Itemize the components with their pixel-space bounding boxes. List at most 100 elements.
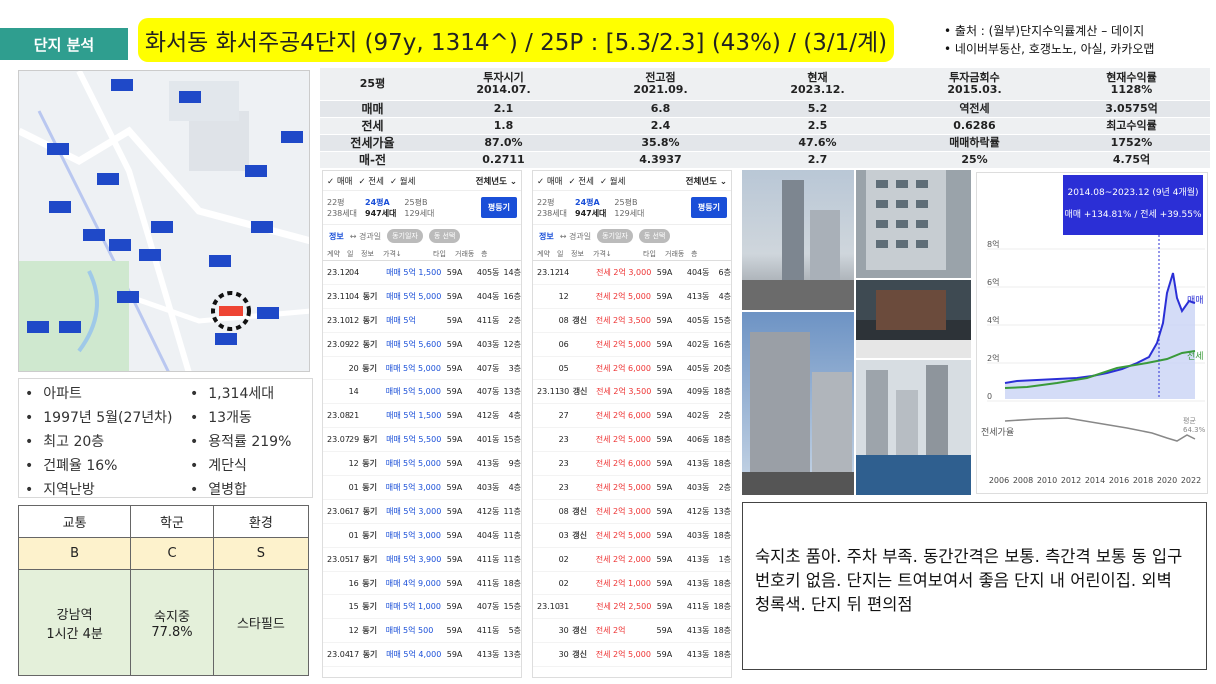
size-tab[interactable]: 22평 238세대 <box>537 197 567 219</box>
x-tick-label: 2016 <box>1109 476 1129 485</box>
grade-table: 교통 학군 환경 B C S 강남역 1시간 4분 숙지중 77.8% 스타필드 <box>17 505 310 676</box>
period-select[interactable]: 전체년도 ⌄ <box>476 175 517 187</box>
x-tick-label: 2018 <box>1133 476 1153 485</box>
row-kind: 갱신 <box>572 506 588 516</box>
row-building: 409동 <box>686 387 710 397</box>
column-header[interactable]: 가격↓ <box>593 249 643 259</box>
info-item: 1997년 5월(27년차) <box>25 407 190 430</box>
transaction-row[interactable]: 14 매매 5억 5,000 59A 407동 13층 <box>323 380 521 405</box>
size-tab[interactable]: 25평B 129세대 <box>614 197 644 219</box>
row-type: 59A <box>446 578 463 588</box>
transaction-row[interactable]: 16 동기 매매 4억 9,000 59A 411동 18층 <box>323 572 521 596</box>
size-tab[interactable]: 24평A 947세대 <box>365 197 396 219</box>
column-header[interactable]: 가격↓ <box>383 249 433 259</box>
transaction-row[interactable]: 23.10 31 전세 2억 2,500 59A 411동 18층 <box>533 595 731 620</box>
transaction-row[interactable]: 02 전세 2억 1,000 59A 413동 18층 <box>533 572 731 596</box>
transaction-row[interactable]: 01 동기 매매 5억 3,000 59A 403동 4층 <box>323 476 521 500</box>
transaction-row[interactable]: 23 전세 2억 5,000 59A 403동 2층 <box>533 476 731 500</box>
sale-transactions-panel[interactable]: ✓ 매매 ✓ 전세 ✓ 월세 전체년도 ⌄ 22평 238세대 24평A 947세대 25평B 1… <box>322 170 522 678</box>
row-kind: 갱신 <box>572 387 588 397</box>
transaction-row[interactable]: 23.08 21 매매 5억 1,500 59A 412동 4층 <box>323 404 521 429</box>
transaction-row[interactable]: 23 전세 2억 6,000 59A 413동 18층 <box>533 452 731 477</box>
row-type: 59A <box>446 315 463 325</box>
transaction-row[interactable]: 23.07 29 동기 매매 5억 5,500 59A 401동 15층 <box>323 428 521 453</box>
summary-cell: 최고수익률 <box>1053 117 1210 135</box>
column-header[interactable]: 계약 <box>327 249 347 259</box>
column-header[interactable]: 정보 <box>571 249 593 259</box>
transaction-row[interactable]: 23.11 30 갱신 전세 2억 3,500 59A 409동 18층 <box>533 380 731 405</box>
period-select[interactable]: 전체년도 ⌄ <box>686 175 727 187</box>
transaction-row[interactable]: 12 동기 매매 5억 500 59A 411동 5층 <box>323 619 521 644</box>
column-header[interactable]: 거래동 <box>665 249 691 259</box>
chip-building-select[interactable]: 동 선택 <box>638 229 671 243</box>
tab-info[interactable]: 정보 <box>329 231 344 242</box>
grade-detail: 스타필드 <box>212 569 310 676</box>
tab-elapsed[interactable]: ↔ 경과일 <box>350 231 381 242</box>
transaction-row[interactable]: 08 갱신 전세 2억 3,000 59A 412동 13층 <box>533 500 731 524</box>
transaction-row[interactable]: 23.12 04 매매 5억 1,500 59A 405동 14층 <box>323 261 521 285</box>
transaction-row[interactable]: 03 갱신 전세 2억 5,000 59A 403동 18층 <box>533 524 731 548</box>
filter-checkbox[interactable]: ✓ 매매 <box>327 175 352 187</box>
transaction-row[interactable]: 01 동기 매매 5억 3,000 59A 404동 11층 <box>323 524 521 548</box>
price-history-chart[interactable]: 2014.08~2023.12 (9년 4개월) 매매 +134.81% / 전세… <box>976 172 1208 494</box>
column-header[interactable]: 타입 <box>433 249 455 259</box>
filter-checkbox[interactable]: ✓ 월세 <box>600 175 625 187</box>
transaction-row[interactable]: 23.05 17 동기 매매 5억 3,900 59A 411동 11층 <box>323 548 521 572</box>
chip-building-select[interactable]: 동 선택 <box>428 229 461 243</box>
filter-checkbox[interactable]: ✓ 매매 <box>537 175 562 187</box>
transaction-row[interactable]: 30 갱신 전세 2억 59A 413동 18층 <box>533 619 731 644</box>
transaction-row[interactable]: 23.10 12 동기 매매 5억 59A 411동 2층 <box>323 309 521 333</box>
transaction-row[interactable]: 23.06 17 동기 매매 5억 3,000 59A 412동 11층 <box>323 500 521 524</box>
info-tabs: 정보 ↔ 경과일 동기일자 동 선택 <box>323 225 521 247</box>
location-map[interactable] <box>18 70 310 372</box>
transaction-row[interactable]: 12 동기 매매 5억 5,000 59A 413동 9층 <box>323 452 521 477</box>
column-header[interactable]: 거래동 <box>455 249 481 259</box>
row-building: 403동 <box>476 339 500 349</box>
row-floor: 18층 <box>713 650 732 660</box>
column-header[interactable]: 일 <box>557 249 571 259</box>
transaction-row[interactable]: 23.12 14 전세 2억 3,000 59A 404동 6층 <box>533 261 731 285</box>
transaction-row[interactable]: 06 전세 2억 5,000 59A 402동 16층 <box>533 333 731 357</box>
transaction-row[interactable]: 20 동기 매매 5억 5,000 59A 407동 3층 <box>323 357 521 381</box>
tab-elapsed[interactable]: ↔ 경과일 <box>560 231 591 242</box>
jeonse-transactions-panel[interactable]: ✓ 매매 ✓ 전세 ✓ 월세 전체년도 ⌄ 22평 238세대 24평A 947세대 25평B 1… <box>532 170 732 678</box>
transaction-row[interactable]: 05 전세 2억 6,000 59A 405동 20층 <box>533 357 731 381</box>
column-header[interactable]: 정보 <box>361 249 383 259</box>
info-tabs: 정보 ↔ 경과일 동기일자 동 선택 <box>533 225 731 247</box>
column-header[interactable]: 계약 <box>537 249 557 259</box>
filter-checkbox[interactable]: ✓ 전세 <box>568 175 593 187</box>
size-tab[interactable]: 24평A 947세대 <box>575 197 606 219</box>
photo-tower <box>742 170 854 310</box>
chip-registry-date[interactable]: 동기일자 <box>387 229 423 243</box>
row-type: 59A <box>446 363 463 373</box>
size-tab[interactable]: 25평B 129세대 <box>404 197 434 219</box>
transaction-row[interactable]: 23.09 22 동기 매매 5억 5,600 59A 403동 12층 <box>323 333 521 357</box>
column-header[interactable]: 일 <box>347 249 361 259</box>
summary-cell: 투자금회수 2015.03. <box>896 68 1053 101</box>
transaction-row[interactable]: 23.04 17 동기 매매 5억 4,000 59A 413동 13층 <box>323 643 521 668</box>
filter-checkbox[interactable]: ✓ 월세 <box>390 175 415 187</box>
row-day: 17 <box>349 506 360 516</box>
column-header[interactable]: 층 <box>691 249 705 259</box>
filter-checkbox[interactable]: ✓ 전세 <box>358 175 383 187</box>
size-tab[interactable]: 22평 238세대 <box>327 197 357 219</box>
transaction-row[interactable]: 15 동기 매매 5억 1,000 59A 407동 15층 <box>323 595 521 620</box>
row-month: 23.10 <box>327 315 350 325</box>
transaction-row[interactable]: 12 전세 2억 5,000 59A 413동 4층 <box>533 285 731 309</box>
transaction-row[interactable]: 30 갱신 전세 2억 5,000 59A 413동 18층 <box>533 643 732 668</box>
info-item: 최고 20층 <box>25 431 190 454</box>
column-header[interactable]: 층 <box>481 249 495 259</box>
row-price: 매매 5억 3,000 <box>386 506 442 516</box>
row-floor: 2층 <box>508 315 521 325</box>
transaction-row[interactable]: 23 전세 2억 5,000 59A 406동 18층 <box>533 428 731 453</box>
transaction-row[interactable]: 02 전세 2억 2,000 59A 413동 1층 <box>533 548 731 572</box>
section-tag: 단지 분석 <box>0 28 128 60</box>
tab-info[interactable]: 정보 <box>539 231 554 242</box>
compare-button[interactable]: 평등기 <box>690 197 727 218</box>
transaction-row[interactable]: 08 갱신 전세 2억 3,500 59A 405동 15층 <box>533 309 731 333</box>
transaction-row[interactable]: 27 전세 2억 6,000 59A 402동 2층 <box>533 404 731 429</box>
compare-button[interactable]: 평등기 <box>480 197 517 218</box>
column-header[interactable]: 타입 <box>643 249 665 259</box>
chip-registry-date[interactable]: 동기일자 <box>597 229 633 243</box>
transaction-row[interactable]: 23.11 04 동기 매매 5억 5,000 59A 404동 16층 <box>323 285 521 309</box>
